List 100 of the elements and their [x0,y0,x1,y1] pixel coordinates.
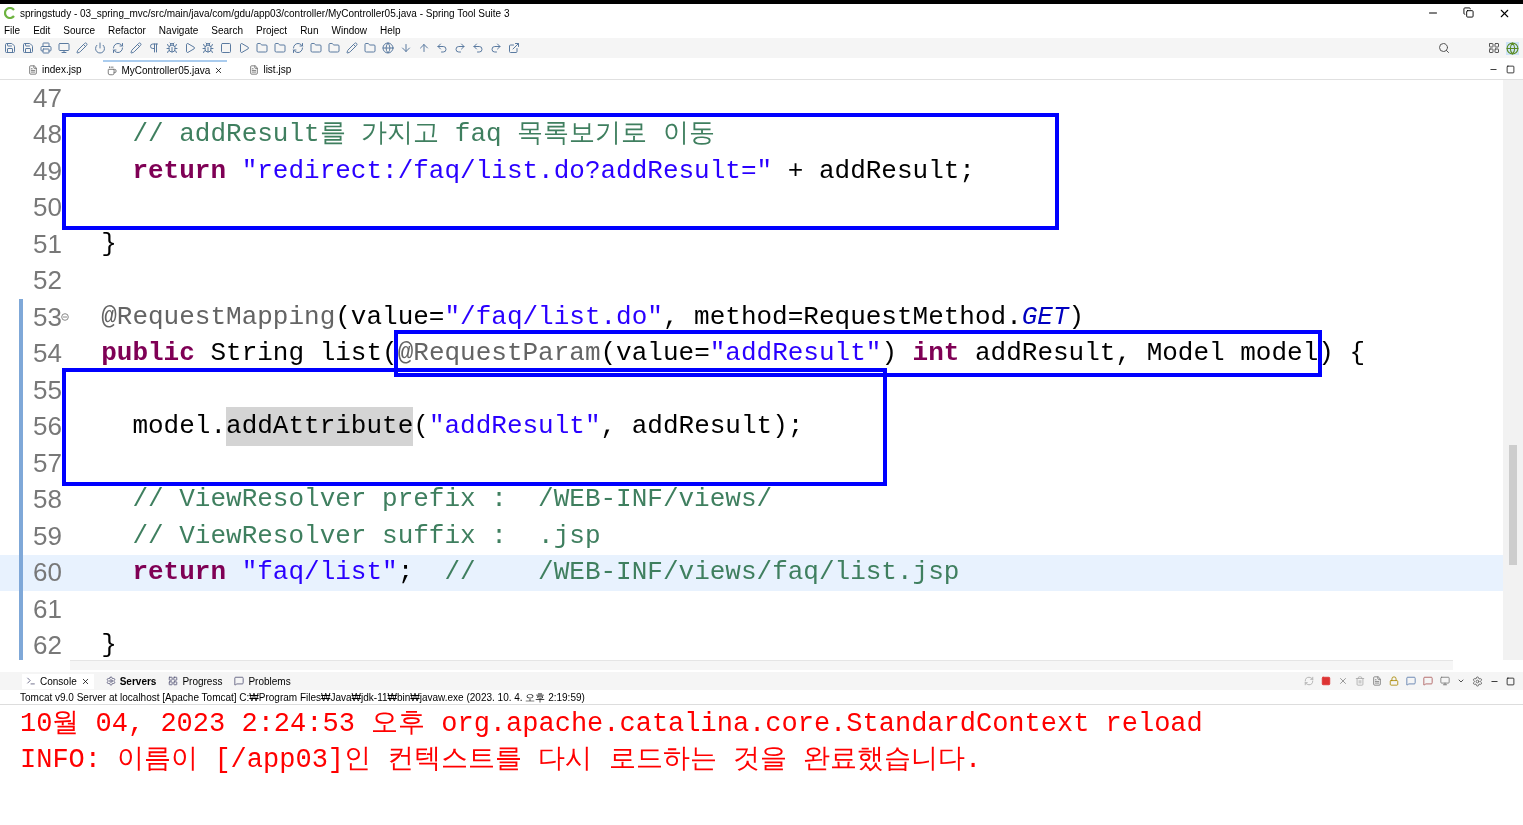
view-tab[interactable]: Progress [168,673,223,689]
scroll-thumb[interactable] [1509,445,1517,565]
toolbar-icon[interactable] [238,42,250,54]
toolbar-icon[interactable] [454,42,466,54]
toolbar-icon[interactable] [490,42,502,54]
toolbar-icon[interactable] [1406,676,1416,686]
line-number: 52 [33,264,62,298]
search-icon[interactable] [1438,42,1450,54]
toolbar-icon[interactable] [418,42,430,54]
horizontal-scrollbar[interactable] [70,660,1453,670]
code-token: @RequestMapping [100,301,336,332]
line-number: 50 [33,191,62,225]
menu-item[interactable]: Help [380,22,401,38]
toolbar-icon[interactable] [328,42,340,54]
menu-item[interactable]: Window [331,22,368,38]
toolbar-icon[interactable] [76,42,88,54]
editor-tab[interactable]: MyController05.java [103,60,228,79]
toolbar-icon[interactable] [202,42,214,54]
toolbar-icon[interactable] [130,42,142,54]
view-icon [105,676,116,686]
toolbar-icon[interactable] [364,42,376,54]
caret-icon[interactable] [1457,677,1465,685]
toolbar-icon[interactable] [40,42,52,54]
menu-item[interactable]: Project [256,22,288,38]
toolbar-icon[interactable] [310,42,322,54]
code-token: } [100,228,117,259]
code-token: } [100,630,117,660]
code-token: "addResult" [428,410,601,444]
code-token: ) { [1318,338,1366,369]
remove-icon[interactable] [1338,676,1348,686]
view-tab[interactable]: Servers [105,673,157,689]
toolbar-icon[interactable] [22,42,34,54]
code-token: int [912,337,960,371]
code-token: addAttribute [226,407,414,447]
toolbar-icon[interactable] [184,42,196,54]
view-tab[interactable]: Problems [234,673,291,689]
menu-item[interactable]: Refactor [108,22,146,38]
toolbar-icon[interactable] [166,42,178,54]
code-token: ( [413,410,429,444]
toolbar-icon[interactable] [274,42,286,54]
menu-item[interactable]: Edit [33,22,51,38]
stop-icon[interactable] [1321,676,1331,686]
view-tab[interactable]: Console [22,673,94,689]
toolbar-icon[interactable] [112,42,124,54]
code-token: public [100,338,195,369]
close-icon[interactable] [214,66,224,75]
code-token: // ViewResolver suffix : .jsp [131,520,601,551]
toolbar-icon[interactable] [4,42,16,54]
line-number: 54 [33,337,62,371]
perspective-icon[interactable] [1506,41,1519,55]
editor-tab[interactable]: index.jsp [24,60,86,79]
toolbar-icon[interactable] [148,42,160,54]
line-number: 57 [33,446,62,480]
toolbar-icon[interactable] [256,42,268,54]
line-number: 56 [33,410,62,444]
toolbar-icon[interactable] [382,42,394,54]
toolbar-icon[interactable] [1423,676,1433,686]
toolbar-icon[interactable] [508,42,520,54]
toolbar-icon[interactable] [400,42,412,54]
settings-icon[interactable] [1472,675,1483,687]
code-token: "faq/list" [241,557,398,588]
menu-item[interactable]: Run [300,22,319,38]
menu-item[interactable]: Search [211,22,243,38]
toolbar-icon[interactable] [436,42,448,54]
toolbar-icon[interactable] [346,42,358,54]
toolbar-icon[interactable] [1440,676,1450,686]
view-icon [26,676,36,686]
perspective-icon[interactable] [1488,42,1500,54]
line-number: 61 [33,592,62,626]
line-number: 53 [33,300,62,334]
toolbar-icon[interactable] [220,42,232,54]
line-number: 62 [33,629,62,660]
toolbar-icon[interactable] [58,42,70,54]
code-token: GET [1021,301,1069,332]
toolbar-icon[interactable] [292,42,304,54]
vertical-scrollbar[interactable] [1503,80,1523,660]
window-title: springstudy - 03_spring_mvc/src/main/java/com/gdu/app03/controller/MyController05.java - Spring Tool Suite 3 [20,6,510,21]
line-number: 58 [33,483,62,517]
lock-icon[interactable] [1389,676,1399,686]
code-token: "/faq/list.do" [444,301,663,332]
toolbar-icon[interactable] [1372,676,1382,686]
editor-tab[interactable]: list.jsp [245,60,296,79]
code-token: String list( [209,338,398,369]
line-number: 55 [33,373,62,407]
menu-item[interactable]: Source [63,22,96,38]
code-token: @RequestParam [397,337,601,371]
menu-item[interactable]: Navigate [158,22,199,38]
restore-icon[interactable] [1463,6,1474,18]
maximize-icon[interactable] [1506,676,1515,686]
line-number: 59 [33,519,62,553]
menu-item[interactable]: File [4,22,21,38]
console-line: INFO: 이름이 [/app03]인 컨텍스트를 다시 로드하는 것을 완료했습니다. [20,744,983,777]
close-icon[interactable] [80,676,90,686]
line-number: 60 [33,556,62,590]
view-icon [168,676,179,686]
line-number: 47 [33,81,62,115]
toolbar-icon[interactable] [472,42,484,54]
code-token: ; [397,557,415,588]
maximize-icon[interactable] [1506,65,1515,74]
toolbar-icon[interactable] [94,42,106,54]
